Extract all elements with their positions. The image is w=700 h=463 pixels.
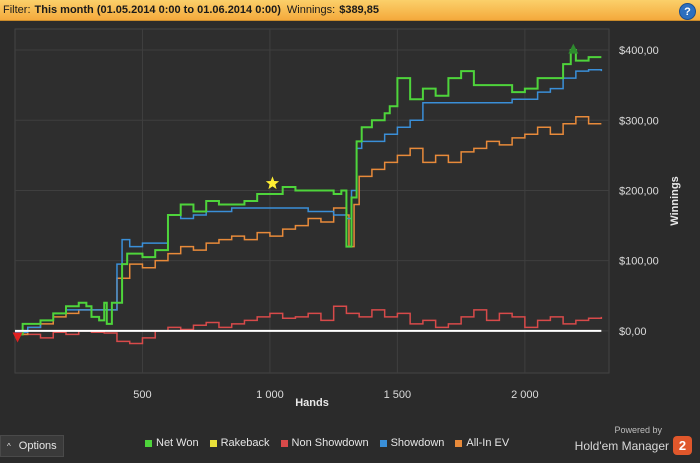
- legend-item[interactable]: Rakeback: [209, 437, 270, 449]
- y-tick-label: $0,00: [619, 326, 647, 338]
- x-tick-label: 500: [133, 389, 151, 401]
- x-axis-label: Hands: [295, 397, 329, 409]
- legend-swatch: [379, 439, 387, 447]
- y-tick-label: $200,00: [619, 185, 659, 197]
- options-label: Options: [18, 440, 57, 452]
- legend-swatch: [280, 439, 288, 447]
- legend-item[interactable]: Non Showdown: [280, 437, 369, 449]
- legend-label: Showdown: [390, 437, 445, 449]
- x-tick-label: 1 500: [384, 389, 412, 401]
- legend-label: Rakeback: [220, 437, 270, 449]
- options-button[interactable]: ^ Options: [0, 435, 64, 457]
- powered-by-text: Powered by: [614, 425, 662, 435]
- x-tick-label: 1 000: [256, 389, 284, 401]
- legend-swatch: [145, 439, 152, 447]
- filter-label: Filter:: [3, 4, 31, 16]
- x-tick-label: 2 000: [511, 389, 539, 401]
- product-logo: 2: [673, 436, 692, 455]
- plot-area: [14, 28, 610, 374]
- legend-item[interactable]: Showdown: [379, 437, 445, 449]
- legend-label: Net Won: [156, 437, 199, 449]
- legend-swatch: [455, 439, 463, 447]
- chevron-up-icon: ^: [7, 441, 11, 451]
- winnings-chart: 500 1 000 1 500 2 000 $0,00 $100,00 $200,00 $3…: [0, 21, 700, 435]
- y-tick-label: $100,00: [619, 256, 659, 268]
- winnings-value: $389,85: [339, 4, 379, 16]
- branding: Powered by Hold'em Manager 2: [575, 425, 692, 455]
- filter-bar: Filter: This month (01.05.2014 0:00 to 0…: [0, 0, 700, 21]
- help-icon[interactable]: ?: [679, 3, 696, 20]
- winnings-label: Winnings:: [286, 4, 336, 16]
- legend-item[interactable]: Net Won: [145, 437, 199, 449]
- legend-item[interactable]: All-In EV: [455, 437, 509, 449]
- y-tick-label: $300,00: [619, 115, 659, 127]
- legend: Net Won Rakeback Non Showdown Showdown All-I…: [145, 437, 509, 449]
- y-tick-label: $400,00: [619, 45, 659, 57]
- filter-value[interactable]: This month (01.05.2014 0:00 to 01.06.201…: [35, 4, 281, 16]
- y-axis-label: Winnings: [669, 176, 681, 225]
- product-name: Hold'em Manager: [574, 438, 669, 453]
- legend-swatch: [209, 439, 217, 447]
- legend-label: All-In EV: [466, 437, 510, 449]
- legend-label: Non Showdown: [291, 437, 369, 449]
